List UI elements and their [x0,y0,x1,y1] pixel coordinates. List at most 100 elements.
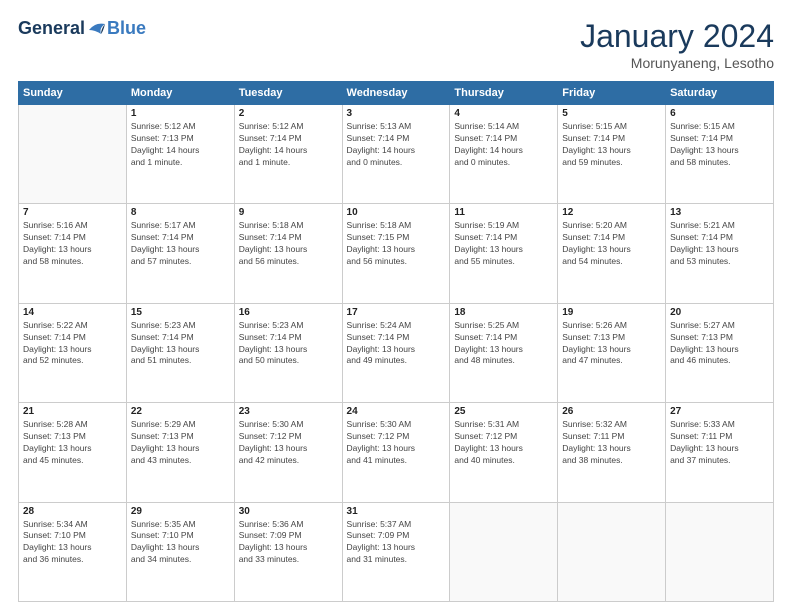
col-friday: Friday [558,82,666,105]
day-info: Sunrise: 5:34 AM Sunset: 7:10 PM Dayligh… [23,519,122,567]
table-row: 30 Sunrise: 5:36 AM Sunset: 7:09 PM Dayli… [234,502,342,601]
day-info: Sunrise: 5:12 AM Sunset: 7:14 PM Dayligh… [239,121,338,169]
calendar-week-row: 21 Sunrise: 5:28 AM Sunset: 7:13 PM Dayli… [19,403,774,502]
day-number: 27 [670,406,769,417]
day-info: Sunrise: 5:27 AM Sunset: 7:13 PM Dayligh… [670,320,769,368]
day-number: 4 [454,108,553,119]
table-row: 1Sunrise: 5:12 AM Sunset: 7:13 PM Daylig… [126,105,234,204]
day-number: 22 [131,406,230,417]
table-row: 17 Sunrise: 5:24 AM Sunset: 7:14 PM Dayli… [342,303,450,402]
day-info: Sunrise: 5:28 AM Sunset: 7:13 PM Dayligh… [23,419,122,467]
day-number: 11 [454,207,553,218]
day-number: 25 [454,406,553,417]
table-row: 14 Sunrise: 5:22 AM Sunset: 7:14 PM Dayli… [19,303,127,402]
day-info: Sunrise: 5:25 AM Sunset: 7:14 PM Dayligh… [454,320,553,368]
day-info: Sunrise: 5:14 AM Sunset: 7:14 PM Dayligh… [454,121,553,169]
table-row: 29Sunrise: 5:35 AM Sunset: 7:10 PM Dayli… [126,502,234,601]
table-row: 15Sunrise: 5:23 AM Sunset: 7:14 PM Dayli… [126,303,234,402]
table-row: 23 Sunrise: 5:30 AM Sunset: 7:12 PM Dayli… [234,403,342,502]
table-row: 4 Sunrise: 5:14 AM Sunset: 7:14 PM Daylig… [450,105,558,204]
day-number: 20 [670,307,769,318]
day-number: 23 [239,406,338,417]
logo: General Blue [18,18,146,39]
day-number: 21 [23,406,122,417]
day-info: Sunrise: 5:20 AM Sunset: 7:14 PM Dayligh… [562,220,661,268]
day-info: Sunrise: 5:12 AM Sunset: 7:13 PM Dayligh… [131,121,230,169]
day-number: 12 [562,207,661,218]
day-number: 9 [239,207,338,218]
day-number: 14 [23,307,122,318]
table-row [450,502,558,601]
month-title: January 2024 [580,18,774,55]
col-sunday: Sunday [19,82,127,105]
header: General Blue January 2024 Morunyaneng, L… [18,18,774,71]
table-row: 18Sunrise: 5:25 AM Sunset: 7:14 PM Dayli… [450,303,558,402]
day-info: Sunrise: 5:36 AM Sunset: 7:09 PM Dayligh… [239,519,338,567]
day-number: 26 [562,406,661,417]
day-info: Sunrise: 5:37 AM Sunset: 7:09 PM Dayligh… [347,519,446,567]
calendar-week-row: 28 Sunrise: 5:34 AM Sunset: 7:10 PM Dayli… [19,502,774,601]
table-row: 3Sunrise: 5:13 AM Sunset: 7:14 PM Daylig… [342,105,450,204]
page: General Blue January 2024 Morunyaneng, L… [0,0,792,612]
col-wednesday: Wednesday [342,82,450,105]
logo-blue: Blue [107,18,146,39]
day-number: 19 [562,307,661,318]
table-row: 13 Sunrise: 5:21 AM Sunset: 7:14 PM Dayli… [666,204,774,303]
table-row: 9 Sunrise: 5:18 AM Sunset: 7:14 PM Daylig… [234,204,342,303]
day-number: 5 [562,108,661,119]
table-row: 2 Sunrise: 5:12 AM Sunset: 7:14 PM Daylig… [234,105,342,204]
calendar-week-row: 1Sunrise: 5:12 AM Sunset: 7:13 PM Daylig… [19,105,774,204]
day-info: Sunrise: 5:21 AM Sunset: 7:14 PM Dayligh… [670,220,769,268]
table-row: 19Sunrise: 5:26 AM Sunset: 7:13 PM Dayli… [558,303,666,402]
day-info: Sunrise: 5:30 AM Sunset: 7:12 PM Dayligh… [347,419,446,467]
day-number: 30 [239,506,338,517]
table-row: 5 Sunrise: 5:15 AM Sunset: 7:14 PM Daylig… [558,105,666,204]
day-info: Sunrise: 5:15 AM Sunset: 7:14 PM Dayligh… [670,121,769,169]
day-number: 2 [239,108,338,119]
table-row: 22 Sunrise: 5:29 AM Sunset: 7:13 PM Dayli… [126,403,234,502]
table-row: 27 Sunrise: 5:33 AM Sunset: 7:11 PM Dayli… [666,403,774,502]
day-number: 7 [23,207,122,218]
day-info: Sunrise: 5:15 AM Sunset: 7:14 PM Dayligh… [562,121,661,169]
table-row: 28 Sunrise: 5:34 AM Sunset: 7:10 PM Dayli… [19,502,127,601]
day-number: 15 [131,307,230,318]
day-number: 13 [670,207,769,218]
day-info: Sunrise: 5:31 AM Sunset: 7:12 PM Dayligh… [454,419,553,467]
day-number: 16 [239,307,338,318]
day-info: Sunrise: 5:33 AM Sunset: 7:11 PM Dayligh… [670,419,769,467]
day-number: 31 [347,506,446,517]
col-thursday: Thursday [450,82,558,105]
title-section: January 2024 Morunyaneng, Lesotho [580,18,774,71]
logo-general: General [18,18,85,39]
table-row: 8Sunrise: 5:17 AM Sunset: 7:14 PM Daylig… [126,204,234,303]
day-number: 29 [131,506,230,517]
table-row: 10Sunrise: 5:18 AM Sunset: 7:15 PM Dayli… [342,204,450,303]
day-info: Sunrise: 5:23 AM Sunset: 7:14 PM Dayligh… [239,320,338,368]
day-info: Sunrise: 5:13 AM Sunset: 7:14 PM Dayligh… [347,121,446,169]
day-info: Sunrise: 5:24 AM Sunset: 7:14 PM Dayligh… [347,320,446,368]
day-info: Sunrise: 5:16 AM Sunset: 7:14 PM Dayligh… [23,220,122,268]
calendar-week-row: 14 Sunrise: 5:22 AM Sunset: 7:14 PM Dayli… [19,303,774,402]
table-row: 21 Sunrise: 5:28 AM Sunset: 7:13 PM Dayli… [19,403,127,502]
table-row: 11 Sunrise: 5:19 AM Sunset: 7:14 PM Dayli… [450,204,558,303]
logo-bird-icon [87,20,107,38]
table-row: 7 Sunrise: 5:16 AM Sunset: 7:14 PM Daylig… [19,204,127,303]
col-saturday: Saturday [666,82,774,105]
day-info: Sunrise: 5:30 AM Sunset: 7:12 PM Dayligh… [239,419,338,467]
calendar-header-row: Sunday Monday Tuesday Wednesday Thursday… [19,82,774,105]
table-row: 16 Sunrise: 5:23 AM Sunset: 7:14 PM Dayli… [234,303,342,402]
calendar-table: Sunday Monday Tuesday Wednesday Thursday… [18,81,774,602]
table-row: 12 Sunrise: 5:20 AM Sunset: 7:14 PM Dayli… [558,204,666,303]
day-number: 28 [23,506,122,517]
day-info: Sunrise: 5:18 AM Sunset: 7:14 PM Dayligh… [239,220,338,268]
day-number: 6 [670,108,769,119]
day-info: Sunrise: 5:29 AM Sunset: 7:13 PM Dayligh… [131,419,230,467]
table-row [19,105,127,204]
table-row [558,502,666,601]
day-number: 8 [131,207,230,218]
table-row: 31 Sunrise: 5:37 AM Sunset: 7:09 PM Dayli… [342,502,450,601]
calendar-week-row: 7 Sunrise: 5:16 AM Sunset: 7:14 PM Daylig… [19,204,774,303]
day-info: Sunrise: 5:22 AM Sunset: 7:14 PM Dayligh… [23,320,122,368]
day-number: 17 [347,307,446,318]
day-info: Sunrise: 5:19 AM Sunset: 7:14 PM Dayligh… [454,220,553,268]
